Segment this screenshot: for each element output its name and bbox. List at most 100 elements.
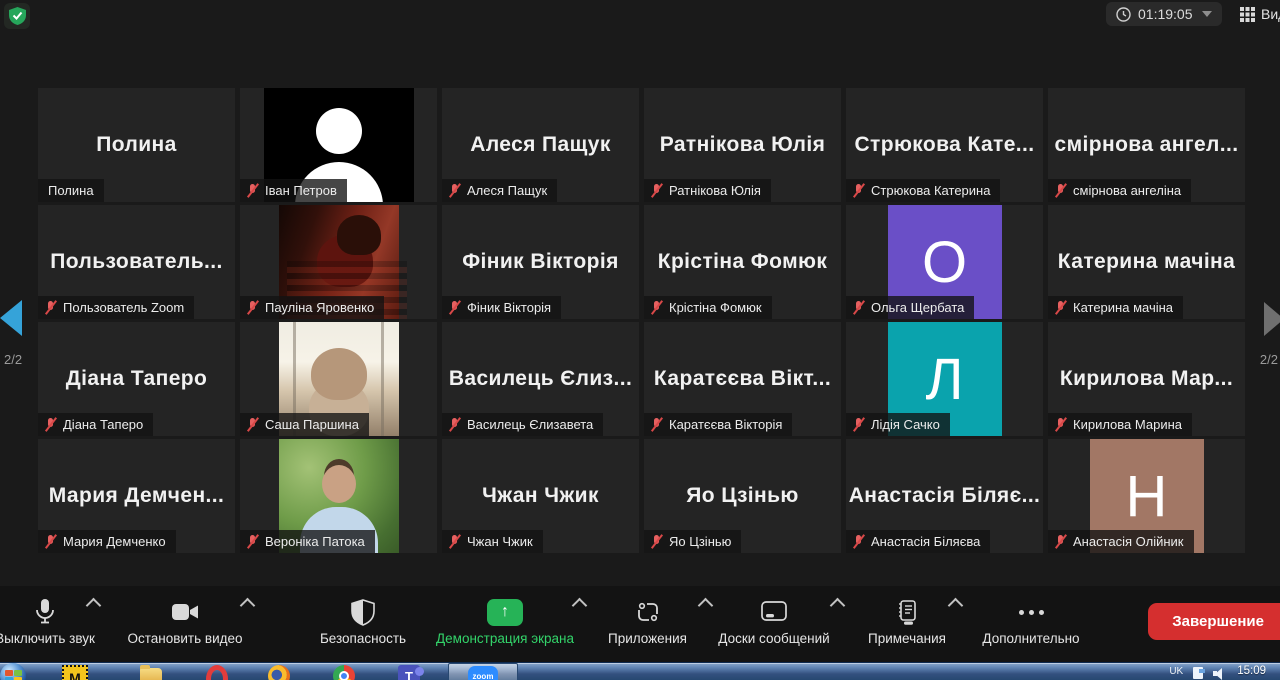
participant-tile[interactable]: Василець Єлиз... Василець Єлизавета [442, 322, 639, 436]
meeting-timer[interactable]: 01:19:05 [1106, 2, 1222, 26]
participant-label: Пауліна Яровенко [240, 296, 385, 319]
mic-muted-icon [852, 300, 865, 315]
meeting-toolbar: Выключить звук Остановить видео Безопасн… [0, 586, 1280, 663]
participant-name: смірнова ангеліна [1073, 183, 1182, 198]
participant-tile[interactable]: Кирилова Мар... Кирилова Марина [1048, 322, 1245, 436]
next-page-arrow[interactable] [1264, 302, 1280, 336]
participant-tile[interactable]: Чжан Чжик Чжан Чжик [442, 439, 639, 553]
participant-tile[interactable]: Пользователь... Пользователь Zoom [38, 205, 235, 319]
participant-tile[interactable]: Іван Петров [240, 88, 437, 202]
windows-taskbar: M T zoom UK 15:09 [0, 662, 1280, 680]
chrome-icon[interactable] [333, 665, 355, 680]
notes-button[interactable]: Примечания [848, 595, 966, 646]
participant-name: Полина [48, 183, 94, 198]
participant-label: Мария Демченко [38, 530, 176, 553]
participant-tile[interactable]: Анастасія Біляє... Анастасія Біляєва [846, 439, 1043, 553]
whiteboards-label: Доски сообщений [718, 631, 830, 646]
previous-page-arrow[interactable] [0, 300, 22, 336]
participant-tile[interactable]: Алеся Пащук Алеся Пащук [442, 88, 639, 202]
end-meeting-button[interactable]: Завершение [1148, 603, 1280, 640]
participant-name: Мария Демченко [63, 534, 166, 549]
participant-label: Чжан Чжик [442, 530, 543, 553]
participant-tile[interactable]: Пауліна Яровенко [240, 205, 437, 319]
participant-tile[interactable]: Н Анастасія Олійник [1048, 439, 1245, 553]
view-button[interactable]: Вид [1240, 2, 1280, 26]
participant-tile[interactable]: Вероніка Патока [240, 439, 437, 553]
participant-tile[interactable]: Катерина мачіна Катерина мачіна [1048, 205, 1245, 319]
teams-icon[interactable]: T [398, 665, 424, 680]
stop-video-button[interactable]: Остановить видео [110, 595, 260, 646]
zoom-taskbar-button[interactable]: zoom [448, 663, 518, 680]
participant-label: Катерина мачіна [1048, 296, 1184, 319]
mic-muted-icon [1054, 534, 1067, 549]
participant-name: Саша Паршина [265, 417, 359, 432]
participant-name: Вероніка Патока [265, 534, 365, 549]
mail-app-icon[interactable]: M [62, 665, 88, 680]
taskbar-clock: 15:09 [1237, 665, 1266, 677]
zoom-app-glyph: zoom [472, 671, 494, 680]
participant-name: Алеся Пащук [467, 183, 548, 198]
share-screen-label: Демонстрация экрана [436, 631, 574, 646]
participant-label: Діана Таперо [38, 413, 154, 436]
whiteboards-button[interactable]: Доски сообщений [700, 595, 848, 646]
participant-tile[interactable]: Фіник Вікторія Фіник Вікторія [442, 205, 639, 319]
mic-muted-icon [852, 534, 865, 549]
participant-tile[interactable]: Каратєєва Вікт... Каратєєва Вікторія [644, 322, 841, 436]
mic-muted-icon [650, 534, 663, 549]
start-button[interactable] [0, 663, 26, 680]
participant-label: Саша Паршина [240, 413, 369, 436]
timer-dropdown-icon[interactable] [1201, 11, 1212, 17]
more-button[interactable]: Дополнительно [966, 595, 1096, 646]
view-label: Вид [1261, 6, 1280, 22]
participant-tile[interactable]: Діана Таперо Діана Таперо [38, 322, 235, 436]
participant-name: Діана Таперо [63, 417, 144, 432]
mail-app-glyph: M [69, 670, 81, 680]
encryption-badge[interactable] [4, 3, 30, 29]
mic-muted-icon [448, 534, 461, 549]
explorer-icon[interactable] [140, 665, 162, 680]
language-indicator[interactable]: UK [1169, 666, 1183, 677]
participant-tile[interactable]: Л Лідія Сачко [846, 322, 1043, 436]
participant-tile[interactable]: Ратнікова Юлія Ратнікова Юлія [644, 88, 841, 202]
top-bar: 01:19:05 Вид [0, 0, 1280, 30]
mic-muted-icon [1054, 183, 1067, 198]
mic-muted-icon [448, 417, 461, 432]
participant-label: Яо Цзінью [644, 530, 742, 553]
apps-label: Приложения [608, 631, 687, 646]
zoom-app-icon: zoom [468, 666, 498, 680]
participant-name: Кирилова Марина [1073, 417, 1182, 432]
share-screen-button[interactable]: ↑ Демонстрация экрана [410, 595, 600, 646]
participant-name: Пауліна Яровенко [265, 300, 375, 315]
firefox-icon[interactable] [268, 665, 290, 680]
volume-icon[interactable] [1213, 667, 1227, 680]
avatar-letter: О [921, 229, 968, 295]
participant-tile[interactable]: Саша Паршина [240, 322, 437, 436]
participant-name: Лідія Сачко [871, 417, 940, 432]
page-indicator-right: 2/2 [1259, 352, 1278, 367]
security-button[interactable]: Безопасность [300, 595, 426, 646]
mic-muted-icon [650, 417, 663, 432]
mic-muted-icon [448, 300, 461, 315]
participant-name: Фіник Вікторія [467, 300, 552, 315]
participant-label: Ольга Щербата [846, 296, 975, 319]
opera-icon[interactable] [206, 665, 228, 680]
participant-label: Полина [38, 179, 104, 202]
apps-button[interactable]: Приложения [585, 595, 710, 646]
participant-tile[interactable]: О Ольга Щербата [846, 205, 1043, 319]
tray-notification-icon[interactable] [1193, 667, 1206, 679]
mute-button[interactable]: Выключить звук [0, 595, 120, 646]
participant-tile[interactable]: смірнова ангел... смірнова ангеліна [1048, 88, 1245, 202]
apps-icon [637, 602, 658, 622]
zoom-meeting-window: 01:19:05 Вид Полина Полина [0, 0, 1280, 680]
participant-label: Вероніка Патока [240, 530, 375, 553]
participant-tile[interactable]: Крістіна Фомюк Крістіна Фомюк [644, 205, 841, 319]
participant-tile[interactable]: Полина Полина [38, 88, 235, 202]
participant-tile[interactable]: Яо Цзінью Яо Цзінью [644, 439, 841, 553]
participant-tile[interactable]: Мария Демчен... Мария Демченко [38, 439, 235, 553]
participant-label: Крістіна Фомюк [644, 296, 772, 319]
whiteboard-icon [761, 601, 787, 621]
participant-label: Анастасія Олійник [1048, 530, 1194, 553]
grid-view-icon [1240, 6, 1255, 22]
mic-muted-icon [246, 417, 259, 432]
participant-tile[interactable]: Стрюкова Кате... Стрюкова Катерина [846, 88, 1043, 202]
